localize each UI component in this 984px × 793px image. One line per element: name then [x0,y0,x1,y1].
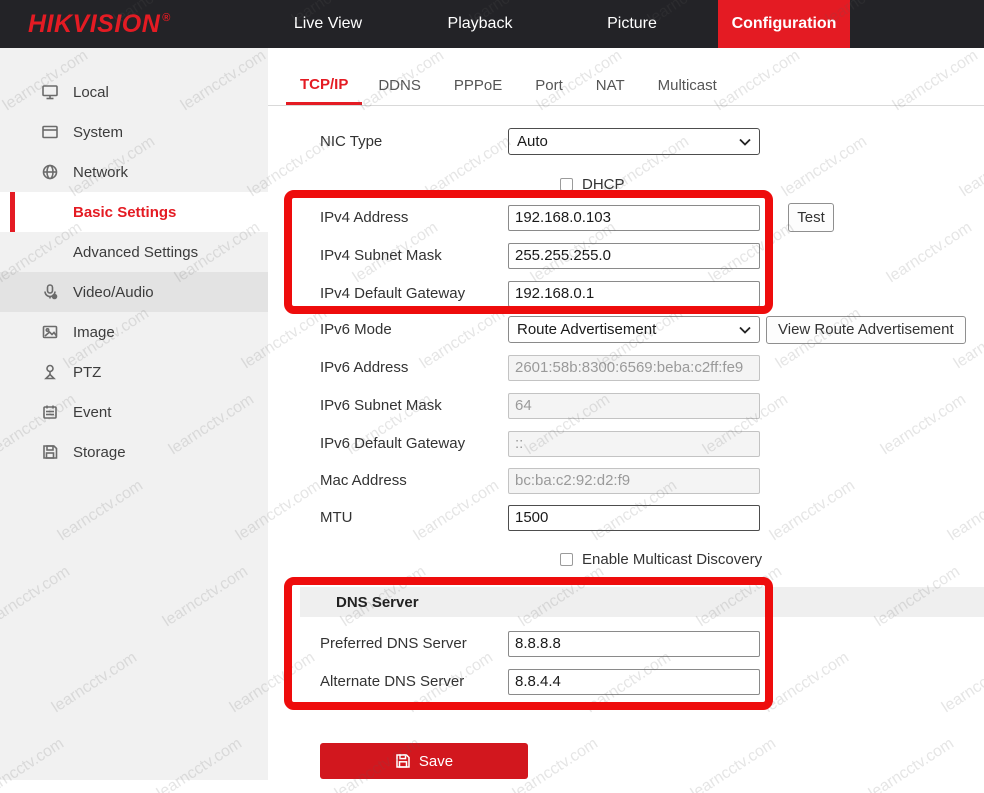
ipv6-subnet-mask-input [508,393,760,419]
save-floppy-icon [395,753,411,769]
microphone-icon [40,282,60,302]
mtu-label: MTU [320,509,508,526]
sidebar-item-label: Basic Settings [73,204,176,221]
globe-icon [40,162,60,182]
monitor-icon [40,82,60,102]
save-button[interactable]: Save [320,743,528,779]
mac-address-input [508,468,760,494]
network-tabs: TCP/IP DDNS PPPoE Port NAT Multicast [268,70,984,106]
multicast-discovery-label: Enable Multicast Discovery [582,551,762,568]
ipv4-subnet-mask-label: IPv4 Subnet Mask [320,247,508,264]
ipv6-mode-label: IPv6 Mode [320,321,508,338]
view-route-advertisement-button[interactable]: View Route Advertisement [766,316,966,344]
tab-port[interactable]: Port [535,77,563,105]
ipv6-default-gateway-label: IPv6 Default Gateway [320,435,508,452]
sidebar-item-label: PTZ [73,364,101,381]
sidebar-item-network[interactable]: Network [0,152,268,192]
ipv6-mode-select[interactable]: Route Advertisement [508,316,760,343]
dhcp-checkbox[interactable] [560,178,573,191]
page: HIKVISION® Live View Playback Picture Co… [0,0,984,793]
ipv6-address-label: IPv6 Address [320,359,508,376]
logo-text: HIKVISION [28,10,160,39]
main-nav: Live View Playback Picture Configuration [252,0,860,48]
ipv6-default-gateway-input [508,431,760,457]
ipv6-address-input [508,355,760,381]
calendar-icon [40,402,60,422]
sidebar-item-image[interactable]: Image [0,312,268,352]
nic-type-value: Auto [517,133,739,150]
nav-live-view[interactable]: Live View [252,0,404,48]
mtu-input[interactable] [508,505,760,531]
nic-type-label: NIC Type [320,133,508,150]
sidebar-menu: Local System Network Basic Settings Adva… [0,72,268,472]
tab-pppoe[interactable]: PPPoE [454,77,502,105]
chevron-down-icon [739,321,751,338]
tab-tcpip[interactable]: TCP/IP [286,76,362,105]
image-icon [40,322,60,342]
ipv6-subnet-mask-label: IPv6 Subnet Mask [320,397,508,414]
sidebar-item-label: Event [73,404,111,421]
ipv4-address-input[interactable] [508,205,760,231]
sidebar-item-label: Image [73,324,115,341]
top-nav-bar: HIKVISION® Live View Playback Picture Co… [0,0,984,48]
tab-nat[interactable]: NAT [596,77,625,105]
mac-address-label: Mac Address [320,472,508,489]
active-indicator-bar [10,192,15,232]
multicast-discovery-checkbox[interactable] [560,553,573,566]
nav-configuration[interactable]: Configuration [718,0,850,48]
sidebar-item-video-audio[interactable]: Video/Audio [0,272,268,312]
sidebar-item-label: Storage [73,444,126,461]
sidebar-item-event[interactable]: Event [0,392,268,432]
ipv4-default-gateway-label: IPv4 Default Gateway [320,285,508,302]
sidebar-item-label: Local [73,84,109,101]
tab-ddns[interactable]: DDNS [378,77,421,105]
sidebar-item-label: Network [73,164,128,181]
floppy-icon [40,442,60,462]
dhcp-label: DHCP [582,176,625,193]
preferred-dns-input[interactable] [508,631,760,657]
chevron-down-icon [739,133,751,150]
sidebar-item-label: Advanced Settings [73,244,198,261]
save-button-label: Save [419,753,453,770]
sidebar-item-storage[interactable]: Storage [0,432,268,472]
window-icon [40,122,60,142]
tab-multicast[interactable]: Multicast [658,77,717,105]
sidebar-item-label: System [73,124,123,141]
sidebar-item-label: Video/Audio [73,284,154,301]
sidebar-item-advanced-settings[interactable]: Advanced Settings [0,232,268,272]
ipv4-default-gateway-input[interactable] [508,281,760,307]
nic-type-select[interactable]: Auto [508,128,760,155]
nav-playback[interactable]: Playback [404,0,556,48]
alternate-dns-input[interactable] [508,669,760,695]
ptz-camera-icon [40,362,60,382]
ipv4-subnet-mask-input[interactable] [508,243,760,269]
nav-picture[interactable]: Picture [556,0,708,48]
test-button[interactable]: Test [788,203,834,232]
ipv4-address-label: IPv4 Address [320,209,508,226]
tcpip-settings-panel: TCP/IP DDNS PPPoE Port NAT Multicast NIC… [268,48,984,793]
preferred-dns-label: Preferred DNS Server [320,635,508,652]
sidebar-item-basic-settings[interactable]: Basic Settings [0,192,268,232]
dns-server-title: DNS Server [336,594,419,611]
sidebar-item-ptz[interactable]: PTZ [0,352,268,392]
sidebar: Local System Network Basic Settings Adva… [0,48,268,780]
alternate-dns-label: Alternate DNS Server [320,673,508,690]
sidebar-item-local[interactable]: Local [0,72,268,112]
registered-mark: ® [162,12,171,24]
sidebar-item-system[interactable]: System [0,112,268,152]
dns-server-section-header: DNS Server [300,587,984,617]
hikvision-logo: HIKVISION® [28,0,171,48]
ipv6-mode-value: Route Advertisement [517,321,739,338]
